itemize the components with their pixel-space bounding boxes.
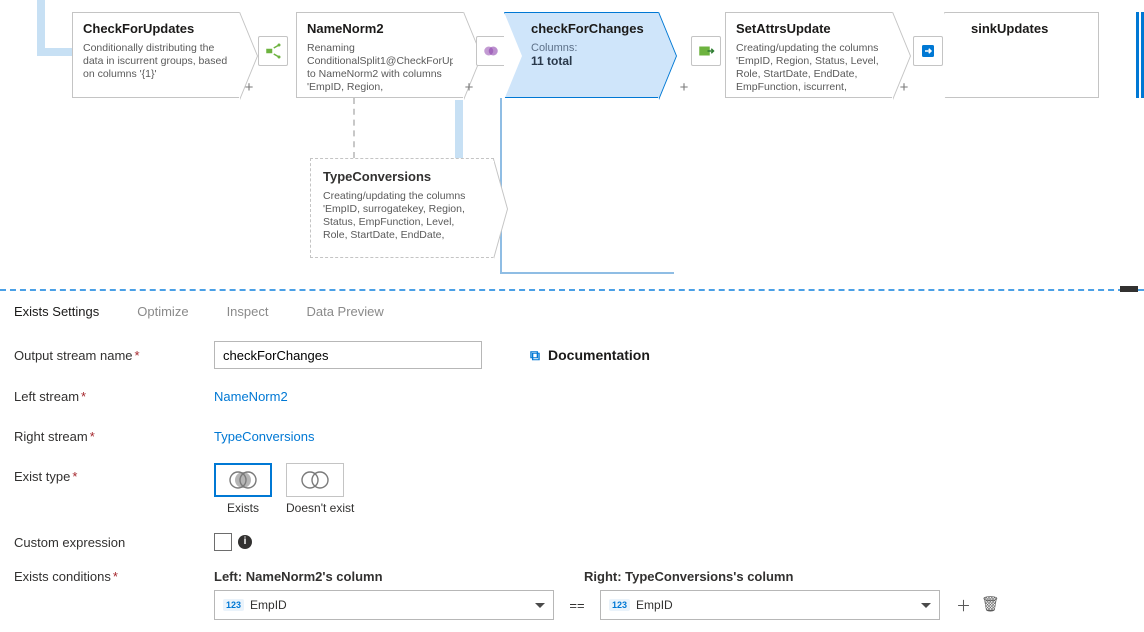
label-right-stream: Right stream*	[14, 429, 214, 444]
output-stream-name-input[interactable]	[214, 341, 482, 369]
node-arrow	[658, 12, 676, 100]
left-column-value: EmpID	[250, 598, 287, 612]
conditions-left-header: Left: NameNorm2's column	[214, 569, 584, 584]
venn-icon	[297, 469, 333, 491]
split-icon	[258, 36, 288, 66]
node-check-for-changes[interactable]: checkForChanges Columns: 11 total	[504, 12, 659, 98]
info-icon[interactable]: i	[238, 535, 252, 549]
node-set-attrs-update[interactable]: SetAttrsUpdate Creating/updating the col…	[725, 12, 893, 98]
settings-panel: Exists Settings Optimize Inspect Data Pr…	[0, 292, 1144, 632]
add-branch-button[interactable]: +	[461, 80, 477, 96]
right-column-value: EmpID	[636, 598, 673, 612]
column-type-tag: 123	[609, 599, 630, 611]
column-type-tag: 123	[223, 599, 244, 611]
add-condition-button[interactable]: ＋	[956, 595, 971, 616]
sink-icon	[913, 36, 943, 66]
external-link-icon: ⧉	[530, 347, 540, 364]
node-title: NameNorm2	[307, 21, 453, 36]
exists-icon	[476, 36, 506, 66]
node-check-for-updates[interactable]: CheckForUpdates Conditionally distributi…	[72, 12, 240, 98]
exist-type-exists[interactable]	[214, 463, 272, 497]
conditions-right-header: Right: TypeConversions's column	[584, 569, 793, 584]
dataflow-canvas[interactable]: CheckForUpdates Conditionally distributi…	[0, 0, 1144, 290]
flow-connector	[37, 48, 73, 56]
node-notch	[944, 12, 962, 100]
custom-expression-checkbox[interactable]	[214, 533, 232, 551]
node-desc: Creating/updating the columns 'EmpID, su…	[323, 190, 481, 243]
node-name-norm2[interactable]: NameNorm2 Renaming ConditionalSplit1@Che…	[296, 12, 464, 98]
right-stream-link[interactable]: TypeConversions	[214, 429, 314, 444]
label-output-stream-name: Output stream name*	[14, 348, 214, 363]
tab-optimize[interactable]: Optimize	[137, 304, 188, 323]
node-subtext: Columns: 11 total	[531, 42, 648, 68]
node-title: TypeConversions	[323, 169, 481, 184]
add-branch-button[interactable]: +	[896, 80, 912, 96]
settings-tabs: Exists Settings Optimize Inspect Data Pr…	[14, 304, 1130, 323]
exist-type-not-exists-label: Doesn't exist	[286, 501, 354, 515]
chevron-down-icon	[921, 603, 931, 608]
node-title: SetAttrsUpdate	[736, 21, 882, 36]
venn-icon	[225, 469, 261, 491]
node-arrow	[493, 159, 507, 259]
node-type-conversions[interactable]: TypeConversions Creating/updating the co…	[310, 158, 494, 258]
condition-row: 123 EmpID == 123 EmpID ＋ 🗑	[214, 590, 1130, 620]
equals-operator: ==	[564, 598, 590, 613]
tab-inspect[interactable]: Inspect	[227, 304, 269, 323]
panel-divider[interactable]	[0, 289, 1144, 291]
label-exists-conditions: Exists conditions*	[14, 569, 214, 584]
node-title: sinkUpdates	[971, 21, 1088, 36]
label-left-stream: Left stream*	[14, 389, 214, 404]
derived-icon	[691, 36, 721, 66]
tab-data-preview[interactable]: Data Preview	[306, 304, 383, 323]
chevron-down-icon	[535, 603, 545, 608]
node-title: checkForChanges	[531, 21, 648, 36]
add-branch-button[interactable]: +	[676, 80, 692, 96]
node-notch	[504, 12, 522, 100]
sink-terminal-icon	[1136, 12, 1144, 98]
node-title: CheckForUpdates	[83, 21, 229, 36]
label-custom-expression: Custom expression	[14, 535, 214, 550]
exist-type-not-exists[interactable]	[286, 463, 344, 497]
right-column-dropdown[interactable]: 123 EmpID	[600, 590, 940, 620]
left-column-dropdown[interactable]: 123 EmpID	[214, 590, 554, 620]
left-stream-link[interactable]: NameNorm2	[214, 389, 288, 404]
exist-type-exists-label: Exists	[214, 501, 272, 515]
label-exist-type: Exist type*	[14, 463, 214, 484]
add-branch-button[interactable]: +	[241, 80, 257, 96]
node-desc: Conditionally distributing the data in i…	[83, 42, 229, 81]
flow-connector-dashed	[353, 98, 355, 158]
node-desc: Creating/updating the columns 'EmpID, Re…	[736, 42, 882, 94]
delete-condition-button[interactable]: 🗑	[981, 595, 1000, 616]
selection-guide	[500, 272, 674, 274]
node-sink-updates[interactable]: sinkUpdates	[944, 12, 1099, 98]
documentation-link[interactable]: ⧉ Documentation	[530, 347, 650, 364]
exist-type-group: Exists Doesn't exist	[214, 463, 354, 515]
tab-exists-settings[interactable]: Exists Settings	[14, 304, 99, 323]
node-desc: Renaming ConditionalSplit1@CheckForUpdat…	[307, 42, 453, 94]
